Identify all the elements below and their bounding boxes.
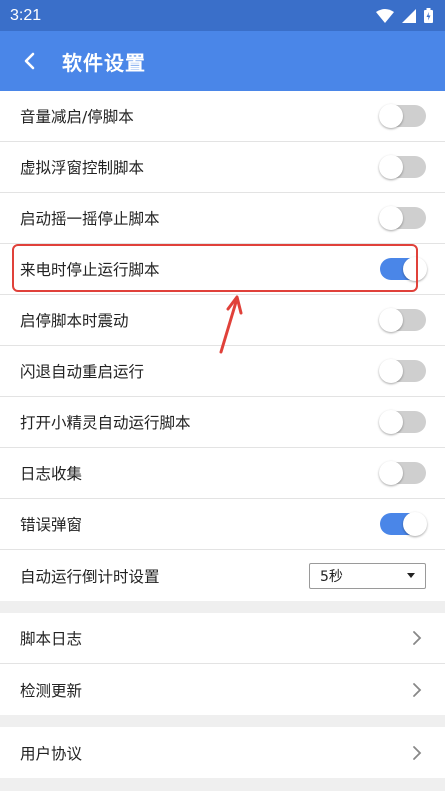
toggle-knob — [379, 206, 403, 230]
toggle-knob — [379, 308, 403, 332]
status-icons — [376, 8, 433, 23]
battery-icon — [424, 8, 433, 23]
error-popup-toggle[interactable] — [380, 512, 427, 536]
chevron-right-icon — [408, 744, 426, 762]
floating-window-toggle[interactable] — [379, 155, 426, 179]
section-divider — [0, 601, 445, 613]
setting-label: 来电时停止运行脚本 — [20, 261, 160, 279]
chevron-left-icon — [24, 52, 35, 70]
setting-row-shake-stop: 启动摇一摇停止脚本 — [0, 193, 445, 244]
crash-restart-toggle[interactable] — [379, 359, 426, 383]
app-bar: 软件设置 — [0, 31, 445, 91]
status-bar: 3:21 — [0, 0, 445, 31]
nav-label: 用户协议 — [20, 744, 83, 763]
toggle-knob — [379, 461, 403, 485]
setting-label: 闪退自动重启运行 — [20, 363, 145, 381]
setting-row-log-collection: 日志收集 — [0, 448, 445, 499]
wifi-icon — [376, 8, 394, 23]
nav-item-check-update[interactable]: 检测更新 — [0, 664, 445, 715]
section-divider — [0, 715, 445, 727]
countdown-select[interactable]: 5秒 — [309, 562, 426, 589]
nav-item-script-log[interactable]: 脚本日志 — [0, 613, 445, 664]
signal-icon — [402, 8, 416, 23]
setting-label: 启动摇一摇停止脚本 — [20, 210, 160, 228]
setting-label: 虚拟浮窗控制脚本 — [20, 159, 145, 177]
toggle-knob — [403, 257, 427, 281]
status-time: 3:21 — [10, 6, 42, 24]
nav-group: 用户协议 — [0, 727, 445, 778]
volume-control-toggle[interactable] — [379, 104, 426, 128]
setting-label: 音量减启/停脚本 — [20, 108, 134, 126]
caret-down-icon — [407, 573, 415, 578]
nav-label: 检测更新 — [20, 681, 83, 700]
setting-row-vibrate: 启停脚本时震动 — [0, 295, 445, 346]
setting-label: 日志收集 — [20, 465, 83, 483]
settings-group: 音量减启/停脚本 虚拟浮窗控制脚本 启动摇一摇停止脚本 来电时停止运行脚本 启停… — [0, 91, 445, 601]
setting-row-volume-control: 音量减启/停脚本 — [0, 91, 445, 142]
vibrate-toggle[interactable] — [379, 308, 426, 332]
setting-label: 错误弹窗 — [20, 516, 83, 534]
chevron-right-icon — [408, 629, 426, 647]
setting-row-stop-on-call: 来电时停止运行脚本 — [0, 244, 445, 295]
toggle-knob — [379, 155, 403, 179]
toggle-knob — [379, 104, 403, 128]
setting-label: 打开小精灵自动运行脚本 — [20, 414, 191, 432]
setting-row-auto-run: 打开小精灵自动运行脚本 — [0, 397, 445, 448]
setting-label: 自动运行倒计时设置 — [20, 567, 160, 586]
toggle-knob — [379, 359, 403, 383]
shake-stop-toggle[interactable] — [379, 206, 426, 230]
setting-row-countdown: 自动运行倒计时设置 5秒 — [0, 550, 445, 601]
nav-item-user-agreement[interactable]: 用户协议 — [0, 727, 445, 778]
setting-row-crash-restart: 闪退自动重启运行 — [0, 346, 445, 397]
nav-group: 脚本日志 检测更新 — [0, 613, 445, 715]
page-title: 软件设置 — [62, 50, 146, 75]
back-button[interactable] — [14, 46, 44, 76]
countdown-value: 5秒 — [320, 568, 343, 585]
setting-row-floating-window: 虚拟浮窗控制脚本 — [0, 142, 445, 193]
setting-row-error-popup: 错误弹窗 — [0, 499, 445, 550]
nav-label: 脚本日志 — [20, 630, 83, 648]
setting-label: 启停脚本时震动 — [20, 312, 129, 330]
auto-run-toggle[interactable] — [379, 410, 426, 434]
toggle-knob — [403, 512, 427, 536]
stop-on-call-toggle[interactable] — [380, 257, 427, 281]
log-collection-toggle[interactable] — [379, 461, 426, 485]
toggle-knob — [379, 410, 403, 434]
chevron-right-icon — [408, 681, 426, 699]
